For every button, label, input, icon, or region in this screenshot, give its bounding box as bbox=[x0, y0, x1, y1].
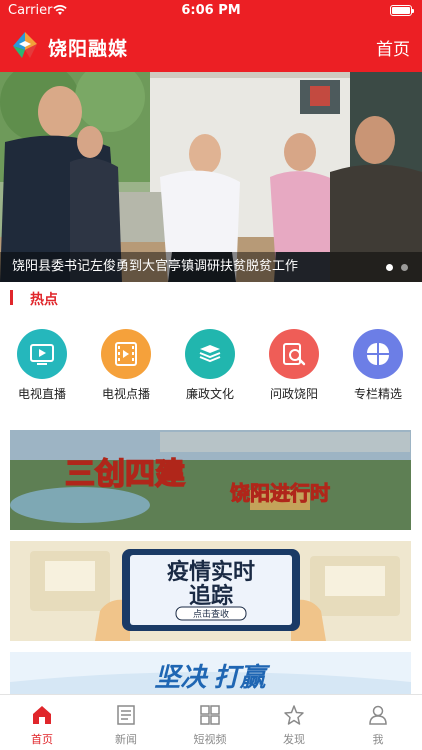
feature-grid: 电视直播 电视点播 廉政文化 问政饶阳 专栏精选 bbox=[0, 325, 422, 405]
feature-label: 电视直播 bbox=[17, 387, 66, 401]
app-screen: Carrier 6:06 PM 饶阳融媒 首页 饶阳县委书记左俊勇到大官亭镇调研… bbox=[0, 0, 422, 750]
tab-home[interactable]: 首页 bbox=[0, 695, 84, 750]
status-time: 6:06 PM bbox=[181, 3, 241, 18]
promo-banner-fight[interactable]: 坚决 打赢 bbox=[10, 652, 411, 694]
carousel-caption: 饶阳县委书记左俊勇到大官亭镇调研扶贫脱贫工作 bbox=[0, 252, 422, 282]
home-link[interactable]: 首页 bbox=[376, 35, 410, 60]
top-bar: Carrier 6:06 PM 饶阳融媒 首页 bbox=[0, 0, 422, 72]
carousel-photo bbox=[0, 72, 422, 282]
app-header: 饶阳融媒 首页 bbox=[0, 22, 422, 72]
promo2-button[interactable]: 点击查收 bbox=[193, 608, 229, 619]
battery-icon bbox=[390, 5, 414, 16]
feature-inquiry[interactable]: 问政饶阳 bbox=[252, 325, 336, 403]
books-icon bbox=[185, 329, 235, 379]
tab-label: 首页 bbox=[31, 733, 53, 746]
feature-label: 专栏精选 bbox=[353, 387, 402, 401]
carousel-dot[interactable] bbox=[401, 264, 408, 271]
app-title: 饶阳融媒 bbox=[48, 38, 129, 60]
discover-icon bbox=[284, 705, 304, 725]
promo2-line1: 疫情实时 bbox=[167, 559, 255, 584]
document-search-icon bbox=[269, 329, 319, 379]
feature-label: 电视点播 bbox=[101, 387, 150, 401]
feature-column-picks[interactable]: 专栏精选 bbox=[336, 325, 420, 403]
feature-integrity-culture[interactable]: 廉政文化 bbox=[168, 325, 252, 403]
promo3-text: 坚决 打赢 bbox=[154, 662, 270, 692]
promo1-text-right: 饶阳进行时 bbox=[230, 481, 330, 505]
tab-news[interactable]: 新闻 bbox=[84, 695, 168, 750]
carousel-dot-active[interactable] bbox=[386, 264, 393, 271]
home-icon bbox=[33, 706, 51, 724]
app-logo-icon bbox=[13, 32, 37, 58]
feature-label: 廉政文化 bbox=[185, 387, 234, 401]
section-marker bbox=[10, 290, 13, 305]
grid-four-icon bbox=[353, 329, 403, 379]
feature-label: 问政饶阳 bbox=[269, 387, 318, 401]
promo-banner-sanchuang[interactable]: 三创四建 饶阳进行时 bbox=[10, 430, 411, 530]
status-bar: Carrier 6:06 PM bbox=[0, 0, 422, 22]
user-icon bbox=[369, 705, 387, 725]
tab-label: 新闻 bbox=[115, 733, 137, 746]
tab-label: 发现 bbox=[283, 733, 305, 746]
carousel-indicator bbox=[386, 264, 408, 271]
news-icon bbox=[117, 705, 135, 725]
tab-label: 短视频 bbox=[193, 733, 227, 746]
tv-play-icon bbox=[17, 329, 67, 379]
tab-discover[interactable]: 发现 bbox=[252, 695, 336, 750]
grid-icon bbox=[200, 705, 220, 725]
film-icon bbox=[101, 329, 151, 379]
section-title: 热点 bbox=[30, 292, 58, 308]
news-carousel[interactable]: 饶阳县委书记左俊勇到大官亭镇调研扶贫脱贫工作 bbox=[0, 72, 422, 282]
feature-tv-live[interactable]: 电视直播 bbox=[0, 325, 84, 403]
promo2-line2: 追踪 bbox=[189, 583, 233, 608]
tab-me[interactable]: 我 bbox=[336, 695, 420, 750]
promo-banner-epidemic[interactable]: 疫情实时 追踪 点击查收 bbox=[10, 541, 411, 641]
promo1-text-left: 三创四建 bbox=[65, 458, 185, 491]
tab-short-video[interactable]: 短视频 bbox=[168, 695, 252, 750]
tab-label: 我 bbox=[372, 733, 384, 746]
feature-tv-vod[interactable]: 电视点播 bbox=[84, 325, 168, 403]
bottom-tab-bar: 首页 新闻 短视频 发现 我 bbox=[0, 694, 422, 750]
